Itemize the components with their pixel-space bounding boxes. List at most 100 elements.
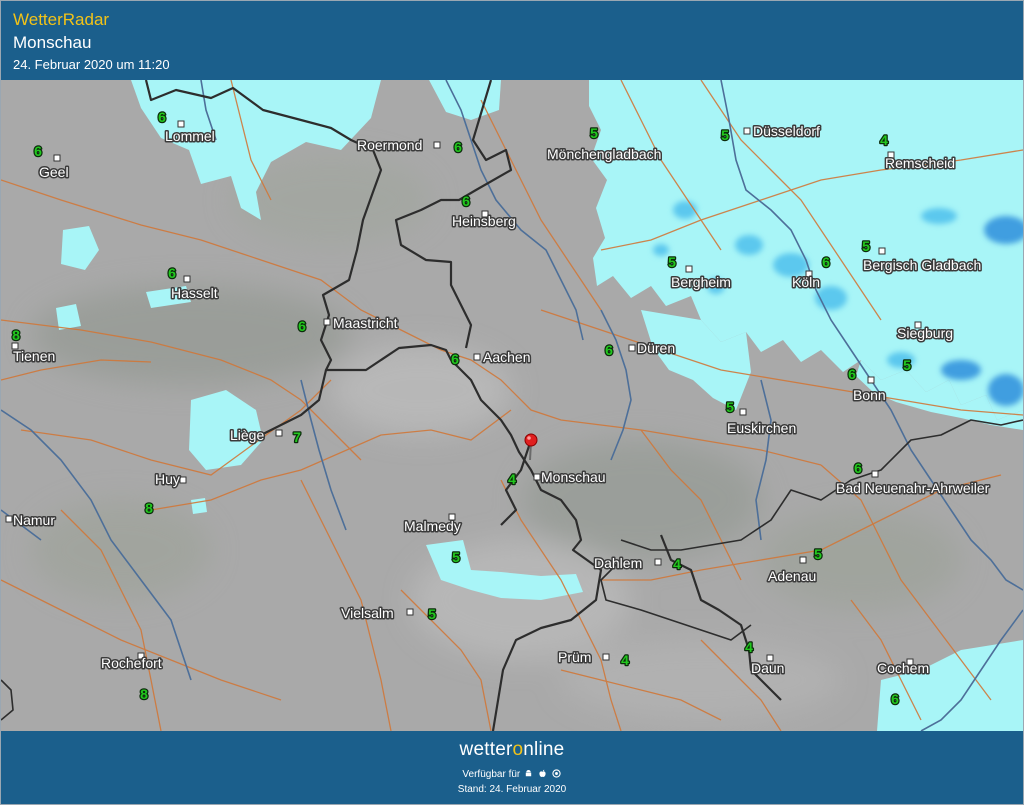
forecast-value-bonn: 6 [848,366,856,382]
city-label: Remscheid [885,155,955,171]
city-label: Bergisch Gladbach [863,257,981,273]
city-label: Aachen [483,349,530,365]
forecast-value-roermond: 6 [454,139,462,155]
city-dot [183,275,191,283]
forecast-value-tienen: 8 [12,327,20,343]
city-dot [275,429,283,437]
city-label: Malmedy [404,518,461,534]
city-dot [179,476,187,484]
city-dot [743,127,751,135]
windows-icon[interactable] [551,769,561,778]
radar-map[interactable]: Lommel Roermond Mönchengladbach Düsseldorf G… [1,80,1023,731]
city-label: Roermond [357,137,422,153]
forecast-value-euskirchen: 5 [726,399,734,415]
wetteronline-logo[interactable]: wetteronline [1,739,1023,761]
forecast-value-siegburg: 5 [903,357,911,373]
city-namur[interactable]: Namur [5,511,57,530]
forecast-value-geel: 6 [34,143,42,159]
city-label: Monschau [541,469,606,485]
forecast-value-duesseldorf: 5 [721,127,729,143]
city-label: Liège [230,427,264,443]
city-label: Prüm [558,649,591,665]
city-dot [685,265,693,273]
footer-bar: wetteronline Verfügbar für Stand: 24. Fe… [1,731,1023,804]
city-dot [323,318,331,326]
city-dot [871,470,879,478]
city-label: Cochem [877,660,929,676]
city-dot [5,515,13,523]
forecast-value-lommel: 6 [158,109,166,125]
city-dot [433,141,441,149]
city-label: Düren [637,340,675,356]
city-dot [878,247,886,255]
forecast-value-pruem: 4 [621,652,629,668]
city-label: Daun [751,660,784,676]
forecast-value-daun: 4 [745,639,753,655]
forecast-value-bad-neuenahr-ahrweiler: 6 [854,460,862,476]
city-label: Bonn [853,387,886,403]
timestamp: 24. Februar 2020 um 11:20 [13,57,170,72]
city-siegburg[interactable]: Siegburg [896,321,955,343]
forecast-value-heinsberg: 6 [462,193,470,209]
android-icon[interactable] [524,769,533,778]
city-dot [473,353,481,361]
city-cochem[interactable]: Cochem [876,658,931,678]
city-label: Geel [39,164,69,180]
city-label: Bergheim [671,274,731,290]
city-koeln[interactable]: Köln [791,270,822,292]
forecast-value-malmedy: 5 [452,549,460,565]
app-title: WetterRadar [13,10,110,29]
city-dot [799,556,807,564]
location-title: Monschau [13,33,92,52]
forecast-value-bergheim: 5 [668,254,676,270]
city-label: Hasselt [171,285,218,301]
city-duesseldorf[interactable]: Düsseldorf [743,122,822,141]
city-dot [177,120,185,128]
city-heinsberg[interactable]: Heinsberg [451,210,517,231]
city-label: Lommel [165,128,215,144]
forecast-value-monschau: 4 [508,471,516,487]
forecast-value-liege: 7 [293,429,301,445]
forecast-value-adenau: 5 [814,546,822,562]
forecast-value-huy: 8 [145,500,153,516]
city-label: Düsseldorf [753,123,820,139]
city-monschau[interactable]: Monschau [533,468,607,487]
forecast-value-dahlem: 4 [673,556,681,572]
city-dot [406,608,414,616]
forecast-value-bergisch-gladbach: 5 [862,238,870,254]
city-label: Bad Neuenahr-Ahrweiler [836,480,990,496]
availability-line: Verfügbar für [1,769,1023,780]
city-label: Heinsberg [452,213,516,229]
city-label: Tienen [13,348,55,364]
city-label: Adenau [768,568,816,584]
city-remscheid[interactable]: Remscheid [884,151,957,173]
data-timestamp: Stand: 24. Februar 2020 [457,784,567,795]
forecast-value-dueren: 6 [605,342,613,358]
forecast-value-remscheid: 4 [880,132,888,148]
city-label: Siegburg [897,325,953,341]
city-label: Vielsalm [341,605,394,621]
forecast-value-aachen: 6 [451,351,459,367]
forecast-value-rochefort: 8 [140,686,148,702]
city-dot [654,558,662,566]
forecast-value-hasselt: 6 [168,265,176,281]
city-label: Rochefort [101,655,162,671]
city-dot [53,154,61,162]
city-aachen[interactable]: Aachen [473,348,532,367]
city-label: Köln [792,274,820,290]
city-label: Huy [155,471,180,487]
city-maastricht[interactable]: Maastricht [323,314,399,333]
apple-icon[interactable] [538,769,547,778]
city-moenchengladbach[interactable]: Mönchengladbach [546,145,663,164]
city-dot [533,473,541,481]
city-rochefort[interactable]: Rochefort [100,652,163,673]
radar-window: WetterRadar Monschau 24. Februar 2020 um… [0,0,1024,805]
forecast-value-koeln: 6 [822,254,830,270]
city-label: Dahlem [594,555,642,571]
city-dot [867,376,875,384]
available-label: Verfügbar für [462,769,521,780]
city-dot [628,344,636,352]
city-label: Euskirchen [727,420,796,436]
forecast-value-moenchengladbach: 5 [590,125,598,141]
forecast-value-maastricht: 6 [298,318,306,334]
